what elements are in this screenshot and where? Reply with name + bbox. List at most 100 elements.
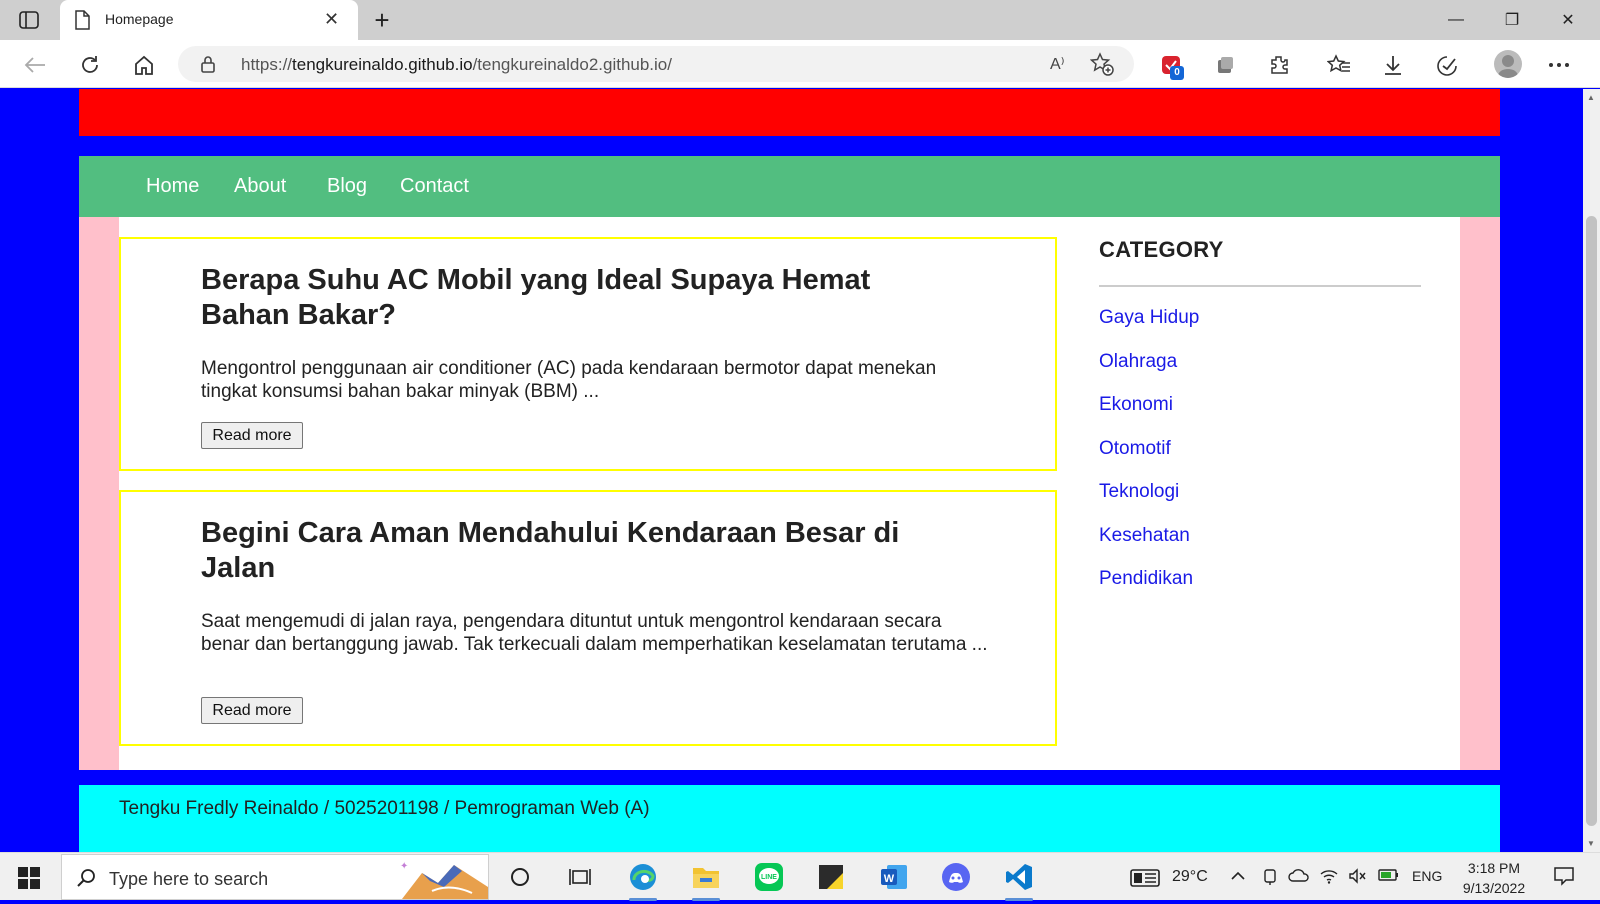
search-icon [76, 868, 96, 893]
article-title[interactable]: Berapa Suhu AC Mobil yang Ideal Supaya H… [201, 263, 961, 333]
taskbar-clock[interactable]: 3:18 PM 9/13/2022 [1444, 858, 1544, 898]
article-excerpt: Mengontrol penggunaan air conditioner (A… [201, 358, 937, 402]
read-more-button[interactable]: Read more [201, 422, 303, 449]
minimize-button[interactable]: — [1428, 0, 1484, 40]
favorites-icon[interactable] [1326, 52, 1352, 78]
downloads-icon[interactable] [1380, 52, 1406, 78]
page-viewport: Home About Blog Contact Berapa Suhu AC M… [0, 89, 1600, 852]
page-icon [74, 10, 90, 35]
nav-contact[interactable]: Contact [400, 175, 469, 198]
nav-about[interactable]: About [234, 175, 286, 198]
edge-app-icon[interactable] [625, 859, 661, 901]
more-options-icon[interactable] [1546, 52, 1572, 78]
battery-charging-icon[interactable] [1378, 868, 1400, 886]
category-item: Gaya Hidup [1099, 307, 1421, 351]
tab-title: Homepage [105, 11, 174, 27]
task-view-icon[interactable] [562, 859, 598, 895]
extensions-icon[interactable] [1266, 52, 1292, 78]
add-favorite-icon[interactable] [1089, 52, 1114, 81]
category-item: Otomotif [1099, 438, 1421, 482]
performance-icon[interactable] [1434, 52, 1460, 78]
browser-tab-bar: Homepage ✕ + — ❐ ✕ [0, 0, 1600, 40]
read-more-button[interactable]: Read more [201, 697, 303, 724]
restore-button[interactable]: ❐ [1484, 0, 1540, 40]
wifi-icon[interactable] [1320, 868, 1338, 888]
file-explorer-icon[interactable] [688, 859, 724, 901]
scroll-down-icon[interactable]: ▼ [1587, 839, 1595, 848]
content-inner: Berapa Suhu AC Mobil yang Ideal Supaya H… [119, 217, 1460, 770]
article-card: Begini Cara Aman Mendahului Kendaraan Be… [119, 490, 1057, 746]
refresh-icon[interactable] [77, 52, 103, 78]
article-title[interactable]: Begini Cara Aman Mendahului Kendaraan Be… [201, 516, 961, 586]
category-item: Ekonomi [1099, 394, 1421, 438]
nav-home[interactable]: Home [146, 175, 199, 198]
new-tab-button[interactable]: + [368, 4, 396, 36]
footer-text: Tengku Fredly Reinaldo / 5025201198 / Pe… [119, 798, 650, 819]
category-link-kesehatan[interactable]: Kesehatan [1099, 525, 1190, 546]
close-tab-icon[interactable]: ✕ [324, 10, 339, 28]
svg-text:✦: ✦ [400, 861, 408, 872]
extension-badge: 0 [1170, 66, 1184, 80]
meet-now-icon[interactable] [1262, 868, 1278, 890]
nav-blog[interactable]: Blog [327, 175, 367, 198]
category-link-ekonomi[interactable]: Ekonomi [1099, 394, 1173, 415]
profile-avatar[interactable] [1494, 50, 1522, 78]
discord-app-icon[interactable] [938, 859, 974, 895]
sticky-notes-icon[interactable] [813, 859, 849, 895]
tab-actions-icon[interactable] [14, 8, 44, 32]
close-window-button[interactable]: ✕ [1540, 0, 1596, 40]
show-hidden-icons-icon[interactable] [1230, 868, 1246, 885]
category-divider [1099, 285, 1421, 287]
notifications-icon[interactable] [1553, 865, 1575, 891]
lock-icon[interactable] [200, 55, 216, 78]
category-heading: CATEGORY [1099, 237, 1224, 262]
category-item: Pendidikan [1099, 568, 1421, 612]
clock-time: 3:18 PM [1467, 860, 1521, 876]
vscode-app-icon[interactable] [1001, 859, 1037, 901]
category-item: Teknologi [1099, 481, 1421, 525]
temperature-text[interactable]: 29°C [1172, 868, 1208, 886]
category-sidebar: CATEGORY Gaya Hidup Olahraga Ekonomi Oto… [1099, 237, 1421, 612]
category-link-pendidikan[interactable]: Pendidikan [1099, 568, 1193, 589]
page-scrollbar[interactable]: ▲ ▼ [1583, 89, 1600, 852]
search-highlight-illustration-icon: ✦ [392, 857, 488, 899]
home-icon[interactable] [131, 52, 157, 78]
category-link-otomotif[interactable]: Otomotif [1099, 438, 1171, 459]
volume-muted-icon[interactable] [1348, 868, 1366, 888]
category-item: Kesehatan [1099, 525, 1421, 569]
back-arrow-icon[interactable] [22, 52, 48, 78]
address-bar[interactable]: https://tengkureinaldo.github.io/tengkur… [178, 46, 1134, 82]
cortana-icon[interactable] [502, 859, 538, 895]
category-link-olahraga[interactable]: Olahraga [1099, 351, 1177, 372]
line-app-icon[interactable]: LINE [751, 859, 787, 895]
url-path: /tengkureinaldo2.github.io/ [472, 55, 672, 74]
scrollbar-thumb[interactable] [1586, 216, 1597, 826]
browser-tab-homepage[interactable]: Homepage ✕ [60, 0, 358, 40]
scroll-up-icon[interactable]: ▲ [1587, 93, 1595, 102]
header-banner [79, 89, 1500, 136]
category-item: Olahraga [1099, 351, 1421, 395]
windows-start-icon[interactable] [18, 867, 40, 889]
read-aloud-icon[interactable]: A⁾ [1050, 54, 1065, 74]
page-footer: Tengku Fredly Reinaldo / 5025201198 / Pe… [79, 785, 1500, 852]
input-language[interactable]: ENG [1412, 868, 1442, 884]
browser-toolbar: https://tengkureinaldo.github.io/tengkur… [0, 40, 1600, 88]
taskbar-search-box[interactable]: Type here to search ✦ [61, 854, 489, 900]
article-card: Berapa Suhu AC Mobil yang Ideal Supaya H… [119, 237, 1057, 471]
article-excerpt: Saat mengemudi di jalan raya, pengendara… [201, 611, 988, 655]
search-placeholder: Type here to search [109, 869, 269, 889]
url-text[interactable]: https://tengkureinaldo.github.io/tengkur… [241, 55, 672, 75]
url-host: tengkureinaldo.github.io [292, 55, 473, 74]
word-app-icon[interactable]: W [876, 859, 912, 895]
weather-icon[interactable] [1130, 868, 1160, 892]
category-link-gaya-hidup[interactable]: Gaya Hidup [1099, 307, 1199, 328]
windows-taskbar: Type here to search ✦ LINE W 29°C ENG 3:… [0, 852, 1600, 901]
onedrive-cloud-icon[interactable] [1288, 868, 1310, 886]
main-nav: Home About Blog Contact [79, 156, 1500, 217]
category-link-teknologi[interactable]: Teknologi [1099, 481, 1179, 502]
extension-red-icon[interactable]: 0 [1158, 52, 1184, 80]
category-list: Gaya Hidup Olahraga Ekonomi Otomotif Tek… [1099, 307, 1421, 612]
collections-tabs-icon[interactable] [1212, 52, 1238, 78]
svg-text:LINE: LINE [761, 874, 777, 881]
url-prefix: https:// [241, 55, 293, 74]
